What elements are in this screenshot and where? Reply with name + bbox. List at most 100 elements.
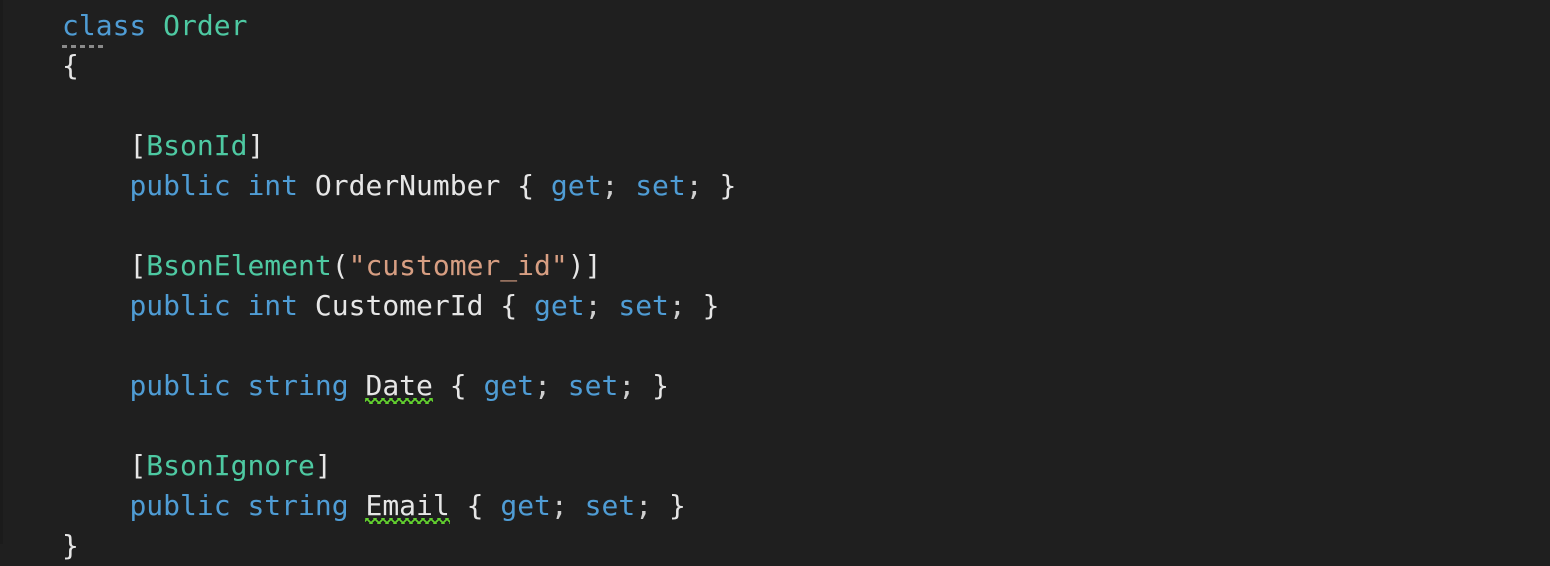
code-line[interactable]: public string Email { get; set; } <box>62 486 1550 526</box>
code-line[interactable]: class Order <box>62 6 1550 46</box>
code-line[interactable]: [BsonId] <box>62 126 1550 166</box>
code-token-punct: [ <box>129 449 147 482</box>
code-token-kw: int <box>247 169 299 202</box>
code-token-kw: string <box>247 369 349 402</box>
code-token-punct: { <box>500 289 518 322</box>
code-token-kw: string <box>247 489 349 522</box>
code-token-punct: ] <box>584 249 602 282</box>
code-token-kw: set <box>635 169 686 202</box>
code-token-punct <box>231 169 248 202</box>
code-token-punct <box>703 169 720 202</box>
code-token-type: BsonElement <box>146 249 332 282</box>
code-line[interactable] <box>62 406 1550 446</box>
code-token-kw: get <box>500 489 551 522</box>
code-token-semi: ; <box>618 369 636 402</box>
code-token-punct: ) <box>567 249 585 282</box>
code-line[interactable] <box>62 206 1550 246</box>
code-token-type: BsonIgnore <box>146 449 315 482</box>
code-token-punct <box>568 489 585 522</box>
code-token-semi: ; <box>635 489 653 522</box>
code-line[interactable]: { <box>62 46 1550 86</box>
code-token-punct: ( <box>331 249 349 282</box>
code-token-with-suggestion: Date <box>365 366 434 406</box>
code-token-punct: { <box>466 489 484 522</box>
code-token-punct <box>450 489 467 522</box>
code-token-punct <box>483 489 500 522</box>
code-line[interactable] <box>62 326 1550 366</box>
code-token-punct: } <box>668 489 686 522</box>
code-token-semi: ; <box>584 289 602 322</box>
code-token-semi: ; <box>534 369 551 402</box>
code-line[interactable]: public string Date { get; set; } <box>62 366 1550 406</box>
code-token-punct: [ <box>129 129 147 162</box>
code-token-type: Order <box>163 9 248 42</box>
code-line[interactable] <box>62 86 1550 126</box>
code-token-semi: ; <box>601 169 619 202</box>
code-token-punct <box>500 169 517 202</box>
code-token-kw: int <box>247 289 299 322</box>
code-token-punct: } <box>652 369 669 402</box>
code-token-punct: { <box>449 369 467 402</box>
code-token-punct: { <box>62 49 79 82</box>
code-line[interactable]: public int CustomerId { get; set; } <box>62 286 1550 326</box>
code-content[interactable]: class Order{ [BsonId] public int OrderNu… <box>0 6 1550 566</box>
code-token-kw: set <box>584 489 636 522</box>
code-token-punct <box>551 369 568 402</box>
code-token-punct <box>517 289 534 322</box>
code-line[interactable]: [BsonElement("customer_id")] <box>62 246 1550 286</box>
code-token-str: "customer_id" <box>348 249 568 282</box>
code-token-punct: } <box>62 529 79 562</box>
code-token-punct <box>652 489 669 522</box>
code-token-type: BsonId <box>146 129 248 162</box>
code-token-punct <box>433 369 450 402</box>
code-token-semi: ; <box>685 169 703 202</box>
code-token-punct <box>534 169 551 202</box>
code-line[interactable]: [BsonIgnore] <box>62 446 1550 486</box>
code-token-kw: public <box>129 169 231 202</box>
code-token-punct <box>146 9 163 42</box>
code-token-punct <box>231 289 248 322</box>
code-token-punct <box>635 369 652 402</box>
code-token-punct: ] <box>247 129 265 162</box>
code-token-punct <box>467 369 484 402</box>
code-line[interactable]: } <box>62 526 1550 566</box>
code-token-punct: [ <box>129 249 147 282</box>
code-token-punct <box>686 289 703 322</box>
code-token-punct <box>349 369 366 402</box>
code-token-punct: ] <box>314 449 332 482</box>
code-token-punct <box>483 289 500 322</box>
code-token-semi: ; <box>550 489 568 522</box>
code-token-ident: OrderNumber <box>314 169 501 202</box>
code-token-semi: ; <box>668 289 686 322</box>
code-token-punct: { <box>517 169 535 202</box>
code-token-punct <box>231 489 248 522</box>
code-token-kw: get <box>534 289 585 322</box>
code-editor[interactable]: class Order{ [BsonId] public int OrderNu… <box>0 0 1550 562</box>
code-token-kw: get <box>483 369 535 402</box>
code-token-punct <box>231 369 248 402</box>
code-token-kw: class <box>62 9 147 42</box>
code-token-kw: get <box>550 169 602 202</box>
code-token-kw: public <box>129 489 231 522</box>
code-token-kw: set <box>618 289 669 322</box>
code-token-kw: set <box>567 369 619 402</box>
code-line[interactable]: public int OrderNumber { get; set; } <box>62 166 1550 206</box>
code-token-with-suggestion: Email <box>365 486 451 526</box>
code-token-punct <box>618 169 635 202</box>
code-token-kw: public <box>129 289 231 322</box>
code-token-punct <box>298 169 315 202</box>
code-token-punct: } <box>719 169 737 202</box>
code-token-punct <box>298 289 315 322</box>
code-token-punct <box>601 289 618 322</box>
code-token-ident: CustomerId <box>314 289 484 322</box>
code-token-punct: } <box>702 289 720 322</box>
code-token-punct <box>349 489 366 522</box>
code-token-kw: public <box>129 369 231 402</box>
